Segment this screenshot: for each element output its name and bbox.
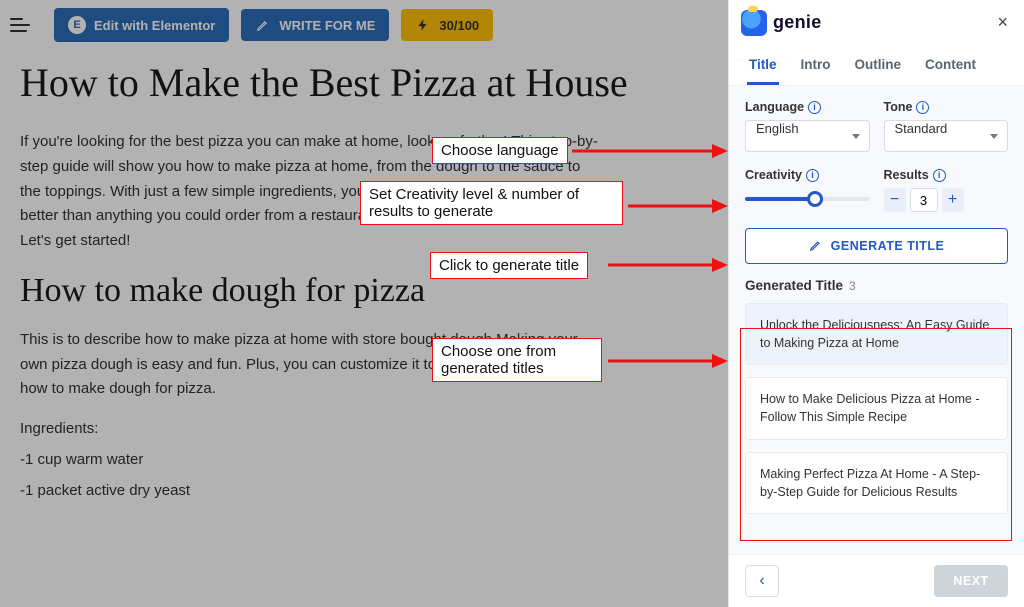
results-increment[interactable]: + [942,188,964,212]
results-decrement[interactable]: − [884,188,906,212]
close-icon[interactable]: × [993,8,1012,37]
generated-title-item[interactable]: Making Perfect Pizza At Home - A Step-by… [745,452,1008,514]
language-label: Language [745,100,804,114]
generate-title-button[interactable]: GENERATE TITLE [745,228,1008,264]
generated-title-item[interactable]: Unlock the Deliciousness: An Easy Guide … [745,303,1008,365]
edit-elementor-button[interactable]: E Edit with Elementor [54,8,229,42]
info-icon[interactable]: i [806,169,819,182]
tab-title[interactable]: Title [747,49,779,85]
editor-body: How to Make the Best Pizza at House If y… [0,50,728,607]
menu-icon[interactable] [10,14,32,36]
ingredient-1[interactable]: -1 cup warm water [20,451,708,468]
article-title[interactable]: How to Make the Best Pizza at House [20,60,708,106]
ingredient-2[interactable]: -1 packet active dry yeast [20,482,708,499]
chevron-left-icon: ‹ [759,572,764,589]
pen-icon [809,238,823,255]
edit-elementor-label: Edit with Elementor [94,18,215,33]
back-button[interactable]: ‹ [745,565,779,597]
genie-logo-text: genie [773,12,822,33]
genie-logo-icon [741,10,767,36]
info-icon[interactable]: i [916,101,929,114]
tone-select[interactable]: Standard [884,120,1009,152]
creativity-slider[interactable] [745,188,870,210]
credits-label: 30/100 [439,18,479,33]
tone-label: Tone [884,100,913,114]
next-button[interactable]: NEXT [934,565,1008,597]
annotation-creativity-results: Set Creativity level & number of results… [360,181,623,225]
generate-title-label: GENERATE TITLE [831,239,945,253]
generated-title-item[interactable]: How to Make Delicious Pizza at Home - Fo… [745,377,1008,439]
pen-icon [255,17,271,33]
generated-title-list: Unlock the Deliciousness: An Easy Guide … [745,303,1008,514]
annotation-generate-title: Click to generate title [430,252,588,279]
language-value: English [756,121,799,136]
results-value[interactable] [910,188,938,212]
annotation-choose-generated: Choose one from generated titles [432,338,602,382]
ingredients-heading[interactable]: Ingredients: [20,420,708,437]
tab-content[interactable]: Content [923,49,978,85]
write-label: WRITE FOR ME [279,18,375,33]
annotation-choose-language: Choose language [432,137,568,164]
genie-logo: genie [741,10,822,36]
creativity-label: Creativity [745,168,802,182]
write-for-me-button[interactable]: WRITE FOR ME [241,9,389,41]
panel-tabs: Title Intro Outline Content [729,45,1024,86]
generated-title-heading: Generated Title [745,278,843,293]
elementor-icon: E [68,16,86,34]
bolt-icon [415,17,431,33]
credits-button[interactable]: 30/100 [401,9,493,41]
info-icon[interactable]: i [933,169,946,182]
tone-value: Standard [895,121,948,136]
results-label: Results [884,168,929,182]
article-h2[interactable]: How to make dough for pizza [20,272,708,310]
generated-title-count: 3 [849,279,856,293]
info-icon[interactable]: i [808,101,821,114]
tab-intro[interactable]: Intro [799,49,833,85]
language-select[interactable]: English [745,120,870,152]
tab-outline[interactable]: Outline [853,49,904,85]
genie-panel: genie × Title Intro Outline Content Lang… [728,0,1024,607]
